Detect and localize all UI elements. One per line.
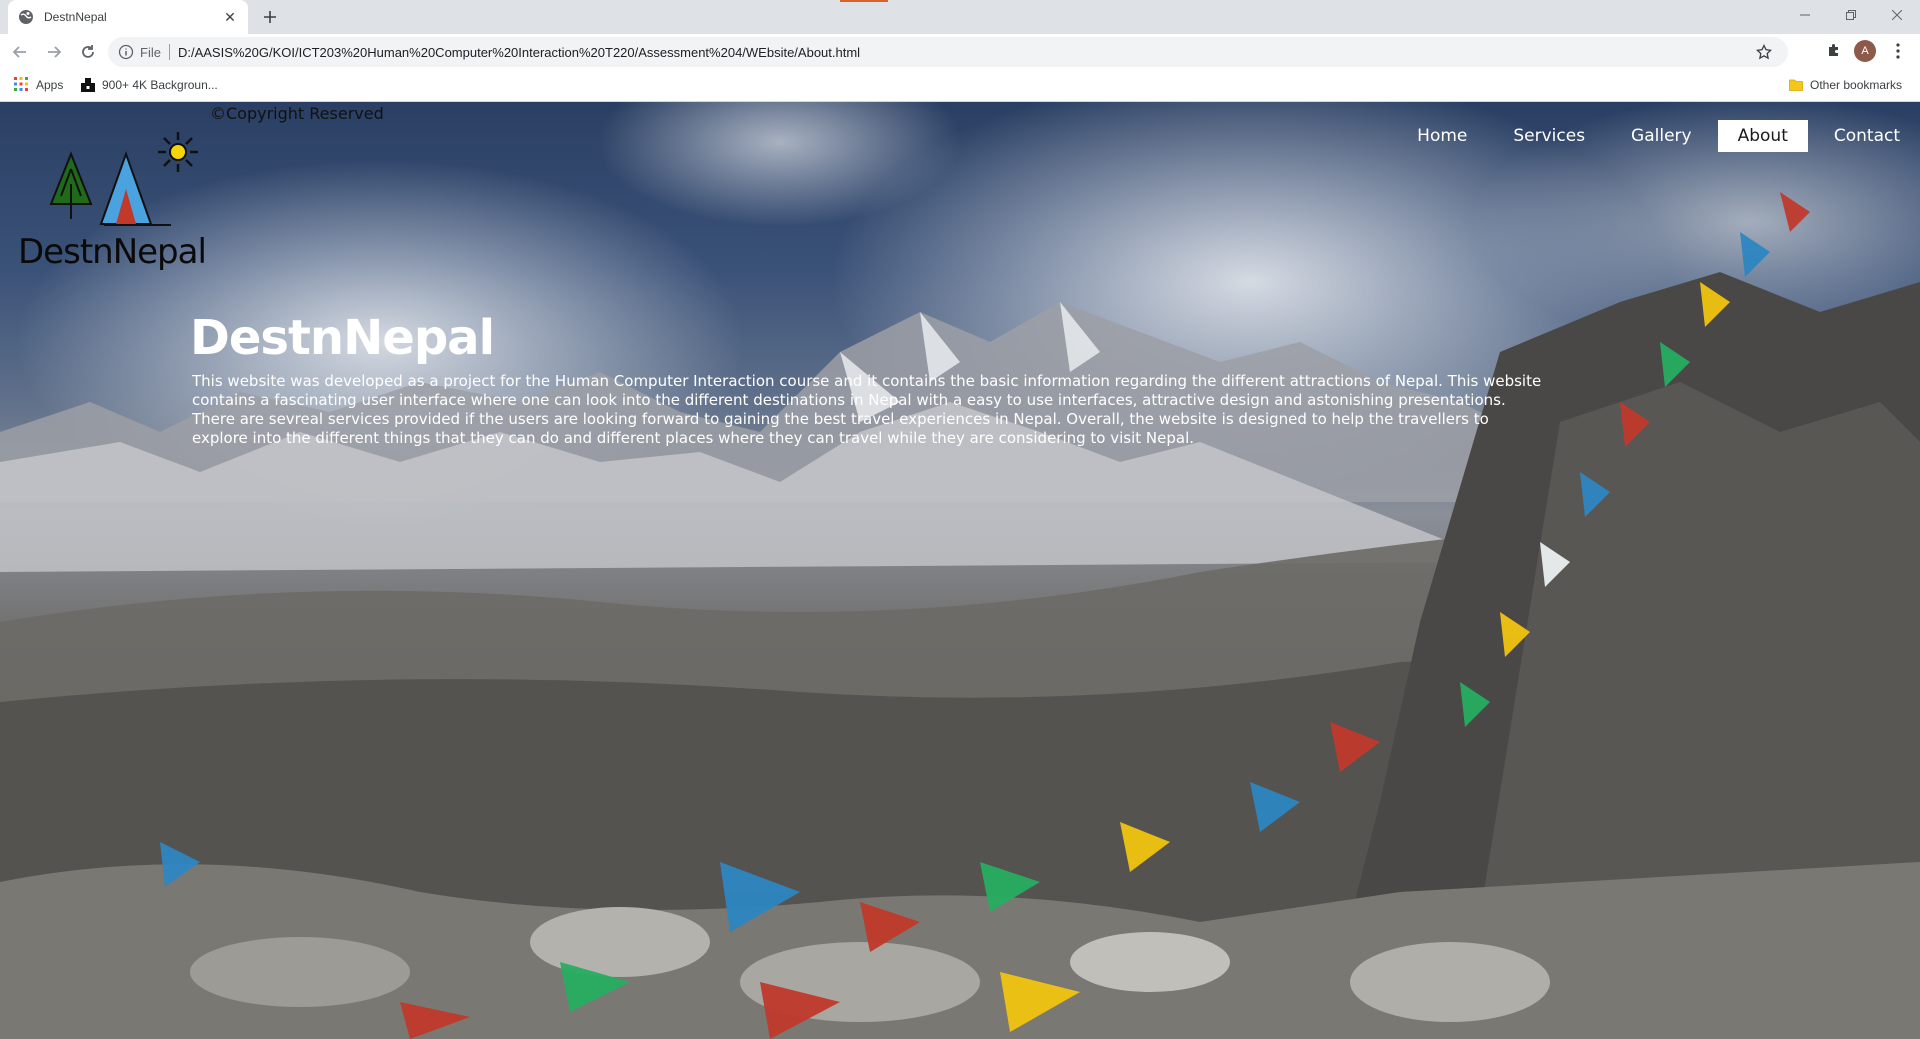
browser-menu-button[interactable] <box>1888 40 1908 62</box>
sun-icon <box>158 132 198 172</box>
bookmarks-bar: Apps 900+ 4K Backgroun... Other bookmark… <box>0 70 1920 102</box>
window-controls <box>1782 0 1920 30</box>
nav-contact[interactable]: Contact <box>1814 120 1920 152</box>
minimize-icon <box>1800 14 1810 16</box>
other-bookmarks[interactable]: Other bookmarks <box>1788 77 1902 93</box>
puzzle-icon <box>1829 44 1838 56</box>
arrow-left-icon <box>12 46 26 58</box>
plus-icon <box>264 11 276 23</box>
address-bar[interactable]: File D:/AASIS%20G/KOI/ICT203%20Human%20C… <box>108 37 1788 67</box>
tab-strip-accent <box>840 0 888 2</box>
browser-tab[interactable]: DestnNepal ✕ <box>8 0 248 34</box>
nav-home[interactable]: Home <box>1397 120 1487 152</box>
restore-button[interactable] <box>1828 0 1874 30</box>
browser-toolbar: File D:/AASIS%20G/KOI/ICT203%20Human%20C… <box>0 34 1920 70</box>
globe-icon <box>18 9 34 25</box>
page-title: DestnNepal <box>190 310 495 366</box>
nav-about[interactable]: About <box>1717 120 1808 152</box>
close-tab-icon[interactable]: ✕ <box>222 9 238 25</box>
restore-icon <box>1846 10 1856 20</box>
tree-icon <box>49 151 93 219</box>
close-window-button[interactable] <box>1874 0 1920 30</box>
bookmark-star-icon[interactable] <box>1755 43 1773 60</box>
logo-text: DestnNepal <box>18 232 207 272</box>
other-bookmarks-label: Other bookmarks <box>1810 78 1903 92</box>
nav-gallery[interactable]: Gallery <box>1611 120 1712 152</box>
tab-title: DestnNepal <box>44 10 107 24</box>
reload-button[interactable] <box>74 38 102 66</box>
page-viewport: ©Copyright Reserved DestnNepal Home Serv… <box>0 102 1920 1039</box>
mountain-background <box>0 192 1920 1039</box>
folder-icon <box>1788 77 1804 93</box>
tab-strip: DestnNepal ✕ <box>0 0 1920 34</box>
bookmark-site-icon <box>80 77 96 93</box>
more-vertical-icon <box>1896 43 1900 59</box>
minimize-button[interactable] <box>1782 0 1828 30</box>
bookmark-backgrounds[interactable]: 900+ 4K Backgroun... <box>80 77 218 93</box>
tent-icon <box>99 151 171 226</box>
info-icon[interactable] <box>118 44 134 60</box>
url-text[interactable]: D:/AASIS%20G/KOI/ICT203%20Human%20Comput… <box>178 45 860 60</box>
forward-button[interactable] <box>40 38 68 66</box>
arrow-right-icon <box>48 46 62 58</box>
extensions-button[interactable] <box>1822 38 1846 62</box>
main-nav: Home Services Gallery About Contact <box>1391 120 1920 152</box>
url-separator <box>168 44 170 60</box>
bookmark-apps-label: Apps <box>36 78 64 92</box>
about-description: This website was developed as a project … <box>192 372 1542 447</box>
reload-icon <box>82 45 94 58</box>
copyright-text: ©Copyright Reserved <box>210 104 384 123</box>
bookmark-backgrounds-label: 900+ 4K Backgroun... <box>102 78 218 92</box>
nav-services[interactable]: Services <box>1493 120 1605 152</box>
apps-grid-icon <box>14 77 30 93</box>
close-icon <box>1892 10 1902 20</box>
back-button[interactable] <box>6 38 34 66</box>
bookmark-apps[interactable]: Apps <box>14 77 63 93</box>
new-tab-button[interactable] <box>260 7 280 27</box>
url-scheme-label: File <box>140 44 161 60</box>
profile-avatar[interactable]: A <box>1854 40 1876 62</box>
